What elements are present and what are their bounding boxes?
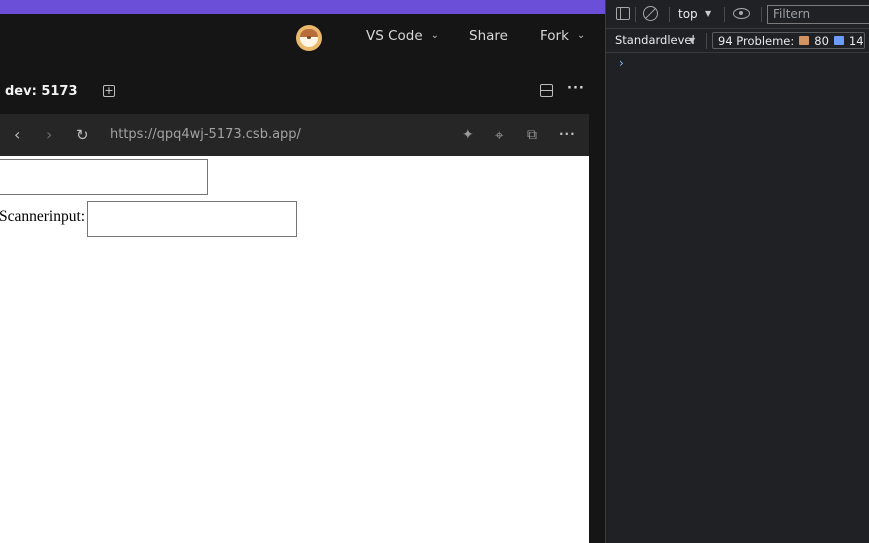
clear-console-icon[interactable] (643, 6, 658, 21)
filter-input[interactable]: Filtern (767, 5, 869, 24)
share-button[interactable]: Share (469, 28, 508, 44)
devtools-console: top ▼ Filtern Standardlevel ▼ 94 Problem… (605, 0, 869, 543)
dropdown-arrow-icon: ▼ (705, 9, 712, 18)
chevron-down-icon: ⌄ (576, 29, 586, 41)
dropdown-arrow-icon: ▼ (689, 36, 696, 45)
refresh-icon[interactable]: ↻ (76, 126, 89, 144)
banner-bar (0, 0, 605, 14)
top-toolbar: VS Code ⌄ Share Fork ⌄ (0, 14, 605, 62)
preview-browser: ‹ › ↻ https://qpq4wj-5173.csb.app/ ✦ ⌖ ⧉… (0, 114, 589, 543)
console-levels-bar: Standardlevel ▼ 94 Probleme: 80 14 (606, 29, 869, 53)
tab-bar: dev: 5173 + ··· (0, 62, 605, 114)
context-selector[interactable]: top (678, 7, 698, 21)
chevron-down-icon: ⌄ (430, 29, 440, 41)
fork-label: Fork (540, 28, 569, 44)
share-label: Share (469, 28, 508, 44)
sidebar-toggle-icon[interactable] (616, 7, 630, 20)
console-prompt[interactable]: › (619, 56, 624, 70)
chevron-right-icon[interactable]: › (46, 125, 52, 144)
address-bar: ‹ › ↻ https://qpq4wj-5173.csb.app/ ✦ ⌖ ⧉… (0, 114, 589, 156)
preview-viewport: Scannerinput: (0, 156, 589, 543)
tab-dev-server[interactable]: dev: 5173 (5, 84, 78, 99)
open-window-icon[interactable]: ⧉ (527, 127, 537, 143)
more-horizontal-icon[interactable]: ··· (567, 81, 585, 96)
log-level-selector[interactable]: Standardlevel (615, 33, 695, 47)
sparkle-icon[interactable]: ✦ (462, 127, 474, 143)
more-horizontal-icon[interactable]: ··· (559, 127, 576, 141)
scanner-input[interactable] (87, 201, 297, 237)
console-toolbar: top ▼ Filtern (606, 0, 869, 29)
vscode-label: VS Code (366, 28, 423, 44)
crosshair-icon[interactable]: ⌖ (495, 126, 503, 144)
fork-button[interactable]: Fork ⌄ (540, 28, 585, 44)
chevron-left-icon[interactable]: ‹ (14, 125, 20, 144)
issues-label: 94 Probleme: (718, 33, 795, 48)
user-avatar[interactable] (296, 25, 322, 51)
info-icon (833, 36, 844, 45)
eye-icon[interactable] (733, 8, 750, 19)
url-field[interactable]: https://qpq4wj-5173.csb.app/ (110, 127, 301, 142)
issues-button[interactable]: 94 Probleme: 80 14 (712, 32, 865, 49)
layout-split-icon[interactable] (540, 84, 553, 97)
scanner-input-label: Scannerinput: (0, 208, 86, 225)
warnings-count: 80 (814, 33, 829, 48)
plus-square-icon[interactable]: + (103, 85, 115, 97)
vscode-button[interactable]: VS Code ⌄ (366, 28, 439, 44)
info-count: 14 (848, 33, 864, 48)
warning-icon (799, 36, 810, 45)
text-input[interactable] (0, 159, 208, 195)
codesandbox-pane: VS Code ⌄ Share Fork ⌄ dev: 5173 + ··· ‹… (0, 0, 605, 543)
